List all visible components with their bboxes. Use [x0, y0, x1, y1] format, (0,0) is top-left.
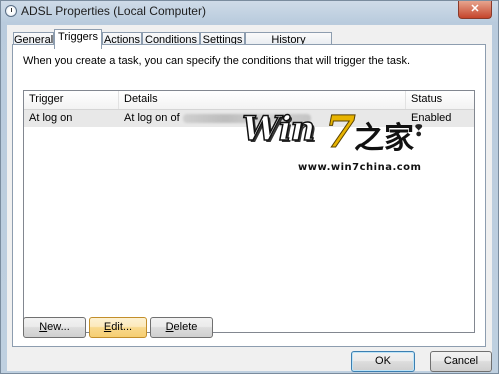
delete-label: elete [173, 321, 198, 333]
site-watermark: Win 7 之家 ❢ www.win7china.com [241, 107, 432, 195]
watermark-seven: 7 [325, 107, 357, 159]
ok-button[interactable]: OK [351, 351, 415, 372]
column-header-trigger[interactable]: Trigger [24, 91, 119, 109]
close-icon: ✕ [470, 3, 480, 15]
new-mnemonic: N [39, 321, 48, 333]
watermark-url: www.win7china.com [298, 162, 422, 173]
triggers-description: When you create a task, you can specify … [23, 55, 411, 67]
clock-icon [5, 5, 17, 17]
triggers-panel: When you create a task, you can specify … [12, 44, 486, 347]
edit-label: dit... [111, 321, 133, 333]
delete-mnemonic: D [165, 321, 174, 333]
lightbulb-icon: ❢ [412, 123, 426, 140]
dialog-client-area: General Triggers Actions Conditions Sett… [7, 25, 492, 372]
trigger-cell: At log on [29, 112, 73, 124]
list-header: Trigger Details Status [24, 91, 474, 110]
delete-button[interactable]: Delete [150, 317, 213, 338]
properties-window: ADSL Properties (Local Computer) ✕ Gener… [0, 0, 499, 374]
edit-button[interactable]: Edit... [89, 317, 147, 338]
close-button[interactable]: ✕ [458, 1, 492, 19]
cancel-button[interactable]: Cancel [430, 351, 492, 372]
title-bar[interactable]: ADSL Properties (Local Computer) ✕ [1, 1, 498, 23]
new-button[interactable]: New... [23, 317, 86, 338]
window-title: ADSL Properties (Local Computer) [21, 4, 206, 18]
watermark-chinese: 之家 [354, 121, 414, 156]
new-label: ew... [47, 321, 70, 333]
column-header-details[interactable]: Details [119, 91, 406, 109]
column-header-status[interactable]: Status [406, 91, 474, 109]
watermark-win: Win [241, 108, 316, 150]
tab-triggers[interactable]: Triggers [54, 29, 102, 49]
details-text: At log on of [124, 112, 180, 124]
